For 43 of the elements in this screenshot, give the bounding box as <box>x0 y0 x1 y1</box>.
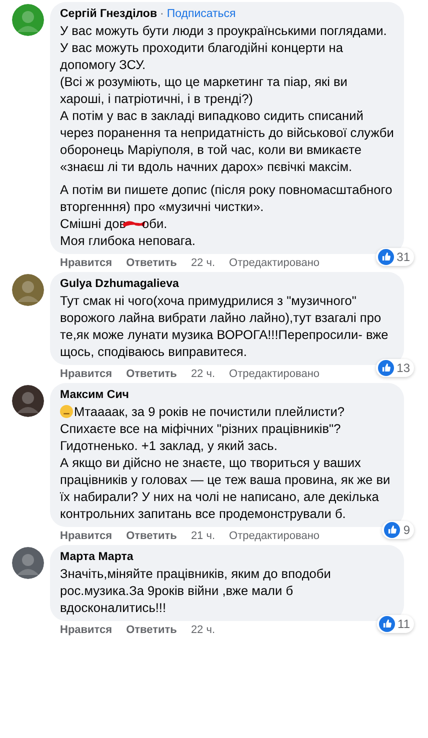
comment-text: А потім у вас в закладі випадково сидить списаний через поранення та непридатність до військової служби оборонець Маріуполя, в той час, коли ви вмикаєте «знаєш лі ти вдоль начних дарох» пєвічкі максім. <box>60 107 394 175</box>
comment-text: Тут смак ні чого(хоча примудрилися з "музичного" ворожого лайна вибрати лайно лайно),тут взагалі про те,як може лунати музика ВОРОГА!!!Перепросили- вже щось, сподіваюсь виправитеся. <box>60 292 390 360</box>
like-link[interactable]: Нравится <box>60 623 112 638</box>
timestamp[interactable]: 22 ч. <box>190 623 216 638</box>
comment-text: Спихаєте все на міфічних "різних працівників"? <box>60 420 342 437</box>
comment-text: А якщо ви дійсно не знаєте, що твориться у ваших працівників у головах — це теж ваша провина, як же ви їх набирали? У них на чолі не написано, але декілька контрольних запитань все продемонстрували б. <box>60 454 392 522</box>
thumbs-up-icon <box>378 360 394 376</box>
comment-text: Моя глибока неповага. <box>60 232 196 249</box>
reply-link[interactable]: Ответить <box>126 529 177 544</box>
edited-label: Отредактировано <box>229 529 320 544</box>
reaction-count[interactable]: 31 <box>376 248 414 266</box>
timestamp[interactable]: 22 ч. <box>190 367 216 382</box>
comment-text: оби. <box>142 215 168 232</box>
thumbs-up-icon <box>378 249 394 265</box>
comment-text: У вас можуть проходити благодійні концерти на допомогу ЗСУ. <box>60 39 344 73</box>
reply-link[interactable]: Ответить <box>126 256 177 271</box>
comment-text: А потім ви пишете допис (після року повномасштабного вторгенння) про «музичні чистки». <box>60 181 394 215</box>
author-name[interactable]: Gulya Dzhumagalieva <box>60 277 179 292</box>
like-link[interactable]: Нравится <box>60 256 112 271</box>
reply-link[interactable]: Ответить <box>126 367 177 382</box>
like-link[interactable]: Нравится <box>60 529 112 544</box>
author-name[interactable]: Марта Марта <box>60 550 134 565</box>
thumbs-up-icon <box>384 522 400 538</box>
comment-text: Гидотненько. +1 заклад, у який зась. <box>60 437 278 454</box>
comment-text: (Всі ж розуміють, що це маркетинг та піар, які ви хароші, і патріотичні, і в тренді?) <box>60 73 348 107</box>
reaction-count[interactable]: 13 <box>376 359 414 377</box>
like-link[interactable]: Нравится <box>60 367 112 382</box>
edited-label: Отредактировано <box>229 367 320 382</box>
emoji-icon <box>60 405 73 418</box>
timestamp[interactable]: 22 ч. <box>190 256 216 271</box>
reaction-count[interactable]: 11 <box>376 615 414 633</box>
comment-text: У вас можуть бути люди з проукраїнськими поглядами. <box>60 22 388 39</box>
comment-text: Мтаааак, за 9 років не почистили плейлисти? <box>74 403 344 420</box>
reply-link[interactable]: Ответить <box>126 623 177 638</box>
author-name[interactable]: Сергій Гнезділов <box>60 7 158 22</box>
comment-text: Значіть,міняйте працівників, яким до вподоби рос.музика.За 9років війни ,вже мали б вдосконалитись!!! <box>60 565 332 616</box>
follow-link[interactable]: Подписаться <box>166 7 236 22</box>
timestamp[interactable]: 21 ч. <box>190 529 216 544</box>
separator-dot: · <box>160 7 164 22</box>
edited-label: Отредактировано <box>229 256 320 271</box>
thumbs-up-icon <box>378 616 395 632</box>
author-name[interactable]: Максим Сич <box>60 388 129 403</box>
reaction-count[interactable]: 9 <box>382 521 414 539</box>
